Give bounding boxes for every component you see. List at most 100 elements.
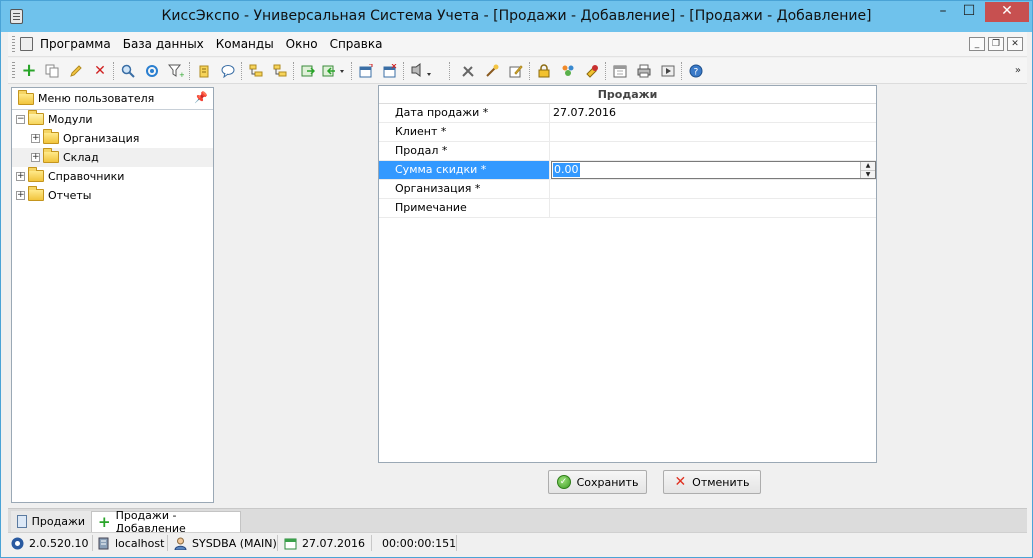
maximize-button[interactable]: ☐ <box>956 2 982 22</box>
tree-item-reports[interactable]: + Отчеты <box>12 186 213 205</box>
user-menu-tree: − Модули + Организация + Склад + Справоч… <box>12 110 213 205</box>
minimize-button[interactable]: – <box>930 2 956 22</box>
settings-icon[interactable] <box>583 62 601 80</box>
calendar-icon[interactable] <box>611 62 629 80</box>
tree-item-label: Отчеты <box>48 189 92 202</box>
lock-icon[interactable] <box>535 62 553 80</box>
server-icon <box>97 537 110 550</box>
menu-item-database[interactable]: База данных <box>123 37 210 51</box>
expand-icon[interactable]: + <box>16 191 25 200</box>
tools-icon[interactable] <box>459 62 477 80</box>
edit-form-icon[interactable] <box>507 62 525 80</box>
tree-item-organization[interactable]: + Организация <box>12 129 213 148</box>
form-title: Продажи <box>379 86 876 104</box>
tab-sales-add[interactable]: + Продажи - Добавление <box>91 509 241 535</box>
sale-date-field[interactable]: 27.07.2016 <box>551 104 876 122</box>
menu-item-help[interactable]: Справка <box>330 37 389 51</box>
new-window-icon[interactable] <box>357 62 375 80</box>
close-button[interactable]: ✕ <box>985 2 1029 22</box>
form-row-note[interactable]: Примечание <box>379 199 876 218</box>
svg-text:+: + <box>179 71 184 78</box>
calendar-icon <box>284 537 297 550</box>
cancel-button[interactable]: ✕ Отменить <box>663 470 761 494</box>
import-icon[interactable] <box>321 62 347 80</box>
form-row-client[interactable]: Клиент * <box>379 123 876 142</box>
toolbar-separator <box>241 62 242 80</box>
form-row-organization[interactable]: Организация * <box>379 180 876 199</box>
wizard-icon[interactable] <box>483 62 501 80</box>
app-window: КиссЭкспо - Универсальная Система Учета … <box>0 0 1033 558</box>
status-host: localhost <box>97 536 164 551</box>
status-user: SYSDBA (MAIN) <box>174 536 277 551</box>
tree-item-references[interactable]: + Справочники <box>12 167 213 186</box>
mdi-minimize-button[interactable]: _ <box>969 37 985 51</box>
form-row-discount[interactable]: Сумма скидки * 0.00 ▲ ▼ <box>379 161 876 180</box>
mdi-close-button[interactable]: ✕ <box>1007 37 1023 51</box>
toolbar-separator <box>293 62 294 80</box>
user-icon <box>174 537 187 551</box>
tab-sales[interactable]: Продажи <box>11 511 91 532</box>
seller-field[interactable] <box>551 142 876 160</box>
tree-expand-icon[interactable] <box>247 62 265 80</box>
expand-icon[interactable]: + <box>31 134 40 143</box>
status-separator <box>371 535 372 551</box>
help-icon[interactable]: ? <box>687 62 705 80</box>
menu-item-commands[interactable]: Команды <box>216 37 280 51</box>
copy-icon[interactable] <box>43 62 61 80</box>
add-icon: + <box>98 512 111 531</box>
sort-icon[interactable] <box>195 62 213 80</box>
expand-icon[interactable]: + <box>31 153 40 162</box>
filter-icon[interactable]: + <box>167 62 185 80</box>
discount-amount-input[interactable]: 0.00 ▲ ▼ <box>551 161 876 179</box>
form-row-seller[interactable]: Продал * <box>379 142 876 161</box>
client-field[interactable] <box>551 123 876 141</box>
menu-item-program[interactable]: Программа <box>40 37 117 51</box>
status-separator <box>456 535 457 551</box>
delete-icon[interactable]: ✕ <box>91 62 109 80</box>
discount-spin-buttons[interactable]: ▲ ▼ <box>860 162 875 178</box>
close-window-icon[interactable] <box>381 62 399 80</box>
add-icon[interactable]: + <box>20 62 38 80</box>
user-menu-title: Меню пользователя <box>38 92 155 105</box>
field-label: Организация * <box>379 180 550 198</box>
spin-down-icon[interactable]: ▼ <box>861 170 875 178</box>
search-icon[interactable] <box>119 62 137 80</box>
save-button[interactable]: ✓ Сохранить <box>548 470 647 494</box>
expand-icon[interactable]: + <box>16 172 25 181</box>
document-icon[interactable] <box>20 37 33 51</box>
menu-item-window[interactable]: Окно <box>286 37 324 51</box>
document-icon <box>17 515 27 528</box>
folder-icon <box>18 90 34 105</box>
export-icon[interactable] <box>299 62 317 80</box>
pin-icon[interactable]: 📌 <box>194 91 208 104</box>
save-button-label: Сохранить <box>576 475 639 489</box>
toolbar-grip[interactable] <box>12 62 15 79</box>
play-icon[interactable] <box>659 62 677 80</box>
menu-grip[interactable] <box>12 36 15 53</box>
edit-icon[interactable] <box>67 62 85 80</box>
status-version: 2.0.520.10 <box>11 536 88 551</box>
toolbar-overflow-button[interactable]: » <box>1015 65 1021 76</box>
tree-item-modules[interactable]: − Модули <box>12 110 213 129</box>
tree-item-warehouse[interactable]: + Склад <box>12 148 213 167</box>
collapse-icon[interactable]: − <box>16 115 25 124</box>
note-field[interactable] <box>551 199 876 217</box>
printer-icon[interactable] <box>635 62 653 80</box>
comment-icon[interactable] <box>219 62 237 80</box>
user-menu-header: Меню пользователя 📌 <box>12 88 213 110</box>
users-icon[interactable] <box>559 62 577 80</box>
toolbar-separator <box>449 62 450 80</box>
folder-icon <box>43 129 59 144</box>
refresh-icon[interactable] <box>143 62 161 80</box>
mdi-restore-button[interactable]: ❐ <box>988 37 1004 51</box>
organization-field[interactable] <box>551 180 876 198</box>
print-preview-icon[interactable] <box>409 62 435 80</box>
toolbar-separator <box>189 62 190 80</box>
form-row-sale-date[interactable]: Дата продажи * 27.07.2016 <box>379 104 876 123</box>
spin-up-icon[interactable]: ▲ <box>861 162 875 170</box>
checkmark-icon: ✓ <box>556 475 571 489</box>
field-label: Сумма скидки * <box>379 161 550 179</box>
discount-amount-value[interactable]: 0.00 <box>553 163 580 177</box>
folder-icon <box>28 167 44 182</box>
tree-collapse-icon[interactable] <box>271 62 289 80</box>
